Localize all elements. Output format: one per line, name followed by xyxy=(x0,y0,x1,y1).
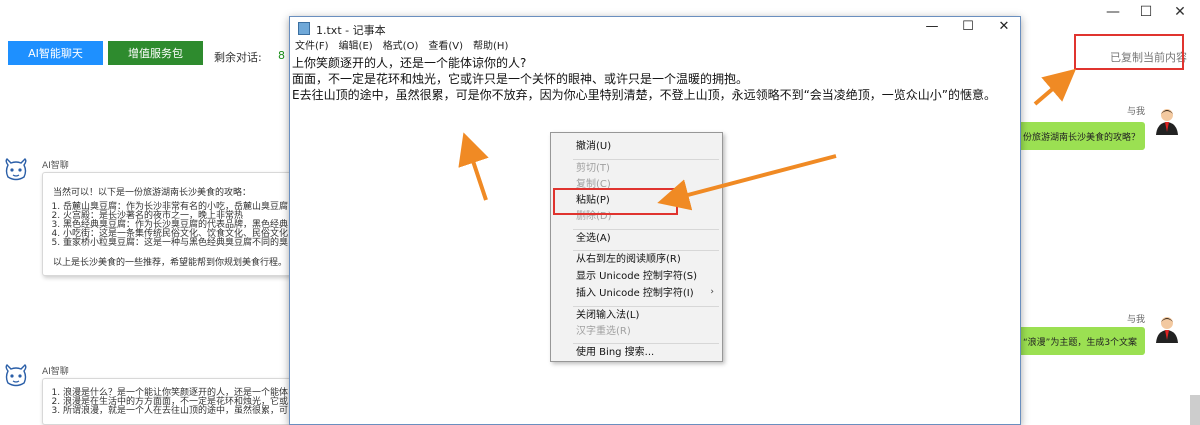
menu-separator xyxy=(573,343,719,344)
ai-chat-button[interactable]: AI智能聊天 xyxy=(8,41,103,65)
menu-separator xyxy=(573,229,719,230)
menu-item-undo[interactable]: 撤消(U) xyxy=(576,140,611,154)
chat-scrollbar[interactable] xyxy=(1190,395,1200,425)
menu-item-insert-unicode[interactable]: 插入 Unicode 控制字符(I) xyxy=(576,287,694,301)
paste-highlight-box xyxy=(553,188,678,215)
user-name: 与我 xyxy=(1127,107,1146,117)
text-line: 上你笑颜逐开的人，还是一个能体谅你的人? xyxy=(292,56,527,70)
user-message-bubble[interactable]: 份旅游湖南长沙美食的攻略？ xyxy=(1017,122,1145,150)
menu-view[interactable]: 查看(V) xyxy=(423,39,468,54)
remaining-label: 剩余对话: xyxy=(214,51,262,64)
copied-highlight-box xyxy=(1074,34,1184,70)
notepad-icon xyxy=(298,22,310,35)
menu-edit[interactable]: 编辑(E) xyxy=(334,39,378,54)
notepad-minimize-button[interactable]: — xyxy=(916,19,948,34)
notepad-title-bar[interactable]: 1.txt - 记事本 — ☐ ✕ xyxy=(290,17,1020,39)
bot-message-bubble[interactable]: 浪漫是什么？是一个能让你笑颜逐开的人，还是一个能体 浪漫是在生活中的方方面面，不… xyxy=(42,378,292,425)
menu-help[interactable]: 帮助(H) xyxy=(468,39,513,54)
user-avatar-icon xyxy=(1156,109,1178,135)
minimize-button[interactable]: — xyxy=(1098,4,1128,20)
notepad-close-button[interactable]: ✕ xyxy=(988,19,1020,34)
list-item: 董家桥小粒臭豆腐：这是一种与黑色经典臭豆腐不同的臭 xyxy=(63,239,288,248)
text-line: E去往山顶的途中，虽然很累，可是你不放弃，因为你心里特别清楚，不登上山顶，永远领… xyxy=(292,88,997,102)
menu-item-reconversion: 汉字重选(R) xyxy=(576,326,631,337)
maximize-button[interactable]: ☐ xyxy=(1131,4,1161,20)
menu-separator xyxy=(573,250,719,251)
menu-item-show-unicode[interactable]: 显示 Unicode 控制字符(S) xyxy=(576,270,697,284)
notepad-maximize-button[interactable]: ☐ xyxy=(952,19,984,34)
menu-item-rtl-reading[interactable]: 从右到左的阅读顺序(R) xyxy=(576,253,681,267)
menu-item-cut: 剪切(T) xyxy=(576,163,610,174)
menu-file[interactable]: 文件(F) xyxy=(290,39,334,54)
user-avatar-icon xyxy=(1156,317,1178,343)
menu-separator xyxy=(573,159,719,160)
bot-avatar-icon xyxy=(5,158,27,181)
list-item: 所谓浪漫，就是一个人在去往山顶的途中，虽然很累，可 xyxy=(63,407,288,416)
chat-app: — ☐ ✕ AI智能聊天 增值服务包 剩余对话: 8 已复制当前内容 AI智聊 … xyxy=(0,0,1200,425)
user-name: 与我 xyxy=(1127,315,1146,325)
menu-item-close-ime[interactable]: 关闭输入法(L) xyxy=(576,309,639,323)
menu-item-select-all[interactable]: 全选(A) xyxy=(576,232,611,246)
menu-separator xyxy=(573,306,719,307)
menu-item-bing-search[interactable]: 使用 Bing 搜索... xyxy=(576,346,654,360)
text-line: 面面，不一定是花环和烛光，它或许只是一个关怀的眼神、或许只是一个温暖的拥抱。 xyxy=(292,72,749,86)
user-message-bubble[interactable]: “浪漫”为主题，生成3个文案 xyxy=(1017,327,1145,355)
bot-avatar-icon xyxy=(5,364,27,387)
submenu-arrow-icon: › xyxy=(710,287,714,297)
bot-message-intro: 当然可以！以下是一份旅游湖南长沙美食的攻略： xyxy=(53,188,252,198)
arrow-icon xyxy=(1033,68,1077,106)
context-menu: 撤消(U) 剪切(T) 复制(C) 粘贴(P) 删除(D) 全选(A) 从右到左… xyxy=(550,132,723,362)
remaining-count: 8 xyxy=(278,49,285,62)
value-service-button[interactable]: 增值服务包 xyxy=(108,41,203,65)
bot-name: AI智聊 xyxy=(42,161,69,171)
menu-format[interactable]: 格式(O) xyxy=(378,39,424,54)
notepad-title: 1.txt - 记事本 xyxy=(316,24,386,37)
bot-name: AI智聊 xyxy=(42,367,69,377)
notepad-menubar: 文件(F) 编辑(E) 格式(O) 查看(V) 帮助(H) xyxy=(290,39,1020,54)
bot-message-outro: 以上是长沙美食的一些推荐，希望能帮到你规划美食行程。 xyxy=(53,258,288,268)
bot-message-bubble[interactable]: 当然可以！以下是一份旅游湖南长沙美食的攻略： 岳麓山臭豆腐：作为长沙非常有名的小… xyxy=(42,172,292,276)
close-button[interactable]: ✕ xyxy=(1165,4,1195,20)
